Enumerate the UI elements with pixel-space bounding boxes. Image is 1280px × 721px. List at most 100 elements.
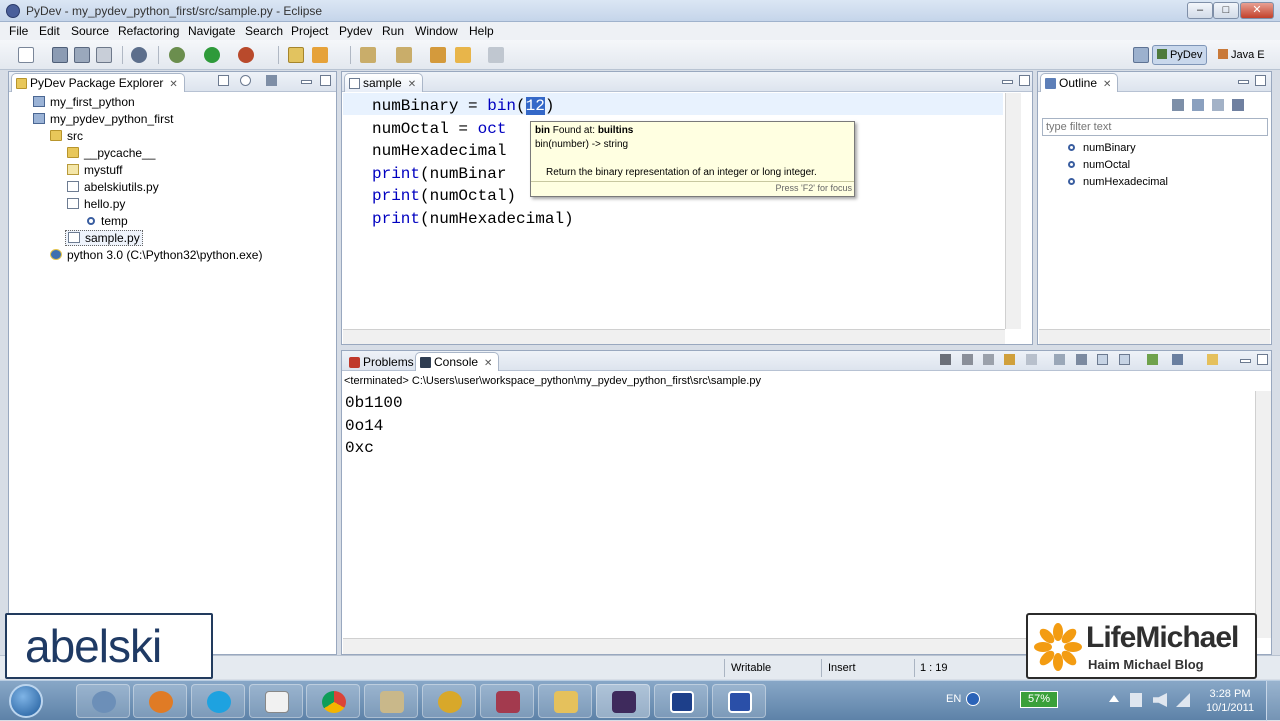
taskbar-eclipse[interactable]	[596, 684, 650, 718]
view-menu-icon[interactable]	[266, 75, 277, 86]
close-icon[interactable]: ✕	[169, 79, 177, 90]
close-icon[interactable]: ✕	[1103, 79, 1111, 90]
taskbar-odf[interactable]	[249, 684, 303, 718]
start-button[interactable]	[9, 684, 43, 718]
hide-fields-icon[interactable]	[1192, 99, 1204, 111]
tree-item-abelskiutils[interactable]: abelskiutils.py	[67, 180, 159, 194]
outline-filter-input[interactable]	[1042, 118, 1268, 136]
taskbar-chrome[interactable]	[306, 684, 360, 718]
maximize-view-icon[interactable]	[1255, 75, 1266, 86]
taskbar-skype[interactable]	[191, 684, 245, 718]
tree-item-pycache[interactable]: __pycache__	[67, 146, 155, 160]
pen-icon[interactable]	[312, 47, 328, 63]
show-stderr-icon[interactable]	[1119, 354, 1130, 365]
taskbar-app-7[interactable]	[422, 684, 476, 718]
taskbar-app-1[interactable]	[76, 684, 130, 718]
open-perspective-icon[interactable]	[1133, 47, 1149, 63]
menu-run[interactable]: Run	[382, 24, 404, 38]
remove-launch-icon[interactable]	[962, 354, 973, 365]
outline-horizontal-scrollbar[interactable]	[1039, 329, 1270, 344]
taskbar-app-12[interactable]	[712, 684, 766, 718]
editor-horizontal-scrollbar[interactable]	[343, 329, 1005, 344]
maximize-button[interactable]: □	[1213, 2, 1239, 19]
tree-item-sample[interactable]: sample.py	[65, 230, 143, 246]
maximize-view-icon[interactable]	[320, 75, 331, 86]
hide-static-icon[interactable]	[1212, 99, 1224, 111]
menu-source[interactable]: Source	[71, 24, 109, 38]
last-edit-icon[interactable]	[430, 47, 446, 63]
clock[interactable]: 3:28 PM 10/1/2011	[1200, 687, 1260, 715]
editor-vertical-scrollbar[interactable]	[1005, 93, 1021, 329]
menu-help[interactable]: Help	[469, 24, 494, 38]
signal-icon[interactable]	[1176, 693, 1190, 707]
debug-icon[interactable]	[169, 47, 185, 63]
battery-indicator[interactable]: 57%	[1020, 691, 1058, 708]
tree-item-python-interpreter[interactable]: python 3.0 (C:\Python32\python.exe)	[50, 248, 262, 262]
outline-item-numbinary[interactable]: numBinary	[1068, 142, 1136, 154]
tree-item-mystuff[interactable]: mystuff	[67, 163, 122, 177]
taskbar-firefox[interactable]	[133, 684, 187, 718]
annotation-next-icon[interactable]	[360, 47, 376, 63]
outline-item-numoctal[interactable]: numOctal	[1068, 159, 1130, 171]
open-type-icon[interactable]	[131, 47, 147, 63]
open-folder-icon[interactable]	[288, 47, 304, 63]
code-line[interactable]: numBinary = bin(12)	[372, 95, 574, 118]
tree-item-my-first-python[interactable]: my_first_python	[33, 95, 135, 109]
outline-item-numhexadecimal[interactable]: numHexadecimal	[1068, 176, 1168, 188]
console-vertical-scrollbar[interactable]	[1255, 391, 1271, 638]
annotation-prev-icon[interactable]	[396, 47, 412, 63]
minimize-view-icon[interactable]	[301, 80, 312, 84]
perspective-java[interactable]: Java E	[1213, 45, 1270, 65]
collapse-icon[interactable]	[1232, 99, 1244, 111]
display-console-icon[interactable]	[1172, 354, 1183, 365]
maximize-view-icon[interactable]	[1019, 75, 1030, 86]
perspective-pydev[interactable]: PyDev	[1152, 45, 1208, 65]
tree-item-my-pydev-python-first[interactable]: my_pydev_python_first	[33, 112, 173, 126]
volume-icon[interactable]	[1153, 693, 1167, 707]
new-icon[interactable]	[18, 47, 34, 63]
taskbar-app-8[interactable]	[480, 684, 534, 718]
tab-package-explorer[interactable]: PyDev Package Explorer ✕	[11, 73, 185, 92]
taskbar-app-11[interactable]	[654, 684, 708, 718]
menu-window[interactable]: Window	[415, 24, 458, 38]
sort-icon[interactable]	[1172, 99, 1184, 111]
remove-all-icon[interactable]	[983, 354, 994, 365]
pin-console-icon[interactable]	[1147, 354, 1158, 365]
eclipse-app-icon[interactable]	[6, 4, 20, 18]
minimize-view-icon[interactable]	[1240, 359, 1251, 363]
menu-navigate[interactable]: Navigate	[188, 24, 235, 38]
scroll-lock-icon[interactable]	[1054, 354, 1065, 365]
print-icon[interactable]	[96, 47, 112, 63]
close-icon[interactable]: ✕	[484, 358, 492, 369]
taskbar-paint[interactable]	[364, 684, 418, 718]
link-editor-icon[interactable]	[240, 75, 251, 86]
menu-search[interactable]: Search	[245, 24, 283, 38]
back-icon[interactable]	[455, 47, 471, 63]
tab-problems[interactable]: Problems	[344, 352, 421, 371]
open-console-icon[interactable]	[1207, 354, 1218, 365]
save-icon[interactable]	[52, 47, 68, 63]
maximize-view-icon[interactable]	[1257, 354, 1268, 365]
show-desktop-button[interactable]	[1266, 681, 1280, 721]
show-stdout-icon[interactable]	[1097, 354, 1108, 365]
tree-item-temp[interactable]: temp	[87, 214, 128, 228]
save-all-icon[interactable]	[74, 47, 90, 63]
help-icon[interactable]	[966, 692, 980, 706]
menu-project[interactable]: Project	[291, 24, 328, 38]
interrupt-icon[interactable]	[1004, 354, 1015, 365]
tab-outline[interactable]: Outline ✕	[1040, 73, 1119, 92]
network-icon[interactable]	[1130, 693, 1142, 707]
tab-sample-editor[interactable]: sample ✕	[344, 73, 424, 92]
menu-pydev[interactable]: Pydev	[339, 24, 372, 38]
word-wrap-icon[interactable]	[1076, 354, 1087, 365]
clear-console-icon[interactable]	[1026, 354, 1037, 365]
close-icon[interactable]: ✕	[408, 79, 416, 90]
taskbar-explorer[interactable]	[538, 684, 592, 718]
code-line[interactable]: print(numHexadecimal)	[372, 208, 574, 231]
terminate-icon[interactable]	[940, 354, 951, 365]
show-hidden-icons[interactable]	[1109, 695, 1119, 702]
run-icon[interactable]	[204, 47, 220, 63]
tree-item-hello[interactable]: hello.py	[67, 197, 125, 211]
language-indicator[interactable]: EN	[946, 693, 961, 705]
close-button[interactable]: ✕	[1240, 2, 1274, 19]
